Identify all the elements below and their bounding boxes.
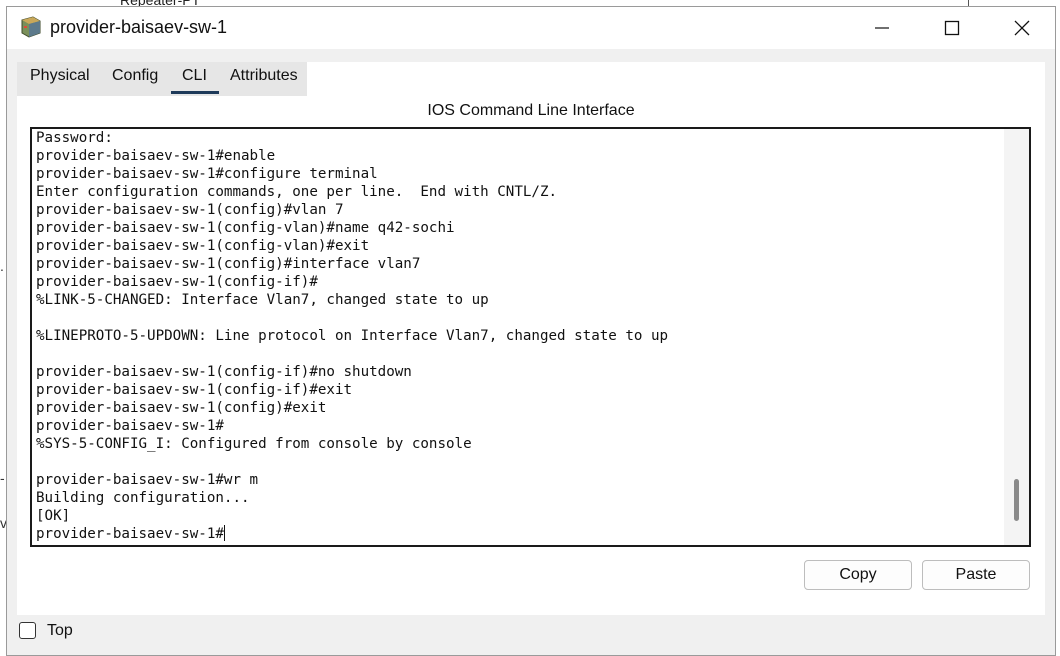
terminal-line: provider-baisaev-sw-1(config-vlan)#exit bbox=[36, 238, 370, 254]
background-fragment: . bbox=[0, 258, 4, 274]
top-checkbox[interactable] bbox=[19, 622, 36, 639]
terminal-line: provider-baisaev-sw-1(config)#vlan 7 bbox=[36, 202, 344, 218]
terminal-line: [OK] bbox=[36, 508, 71, 524]
terminal-line: provider-baisaev-sw-1#wr m bbox=[36, 472, 259, 488]
cli-terminal[interactable]: Password: provider-baisaev-sw-1#enable pro… bbox=[30, 127, 1031, 547]
terminal-line: provider-baisaev-sw-1(config-if)# bbox=[36, 274, 318, 290]
terminal-line: provider-baisaev-sw-1(config-vlan)#name … bbox=[36, 220, 455, 236]
terminal-line: %LINEPROTO-5-UPDOWN: Line protocol on In… bbox=[36, 328, 669, 344]
text-cursor bbox=[223, 525, 225, 541]
device-window: provider-baisaev-sw-1 Physical Config CL… bbox=[6, 6, 1056, 656]
terminal-line: Building configuration... bbox=[36, 490, 250, 506]
background-fragment: - bbox=[0, 470, 5, 486]
terminal-line: provider-baisaev-sw-1(config)#exit bbox=[36, 400, 327, 416]
tab-physical[interactable]: Physical bbox=[30, 67, 90, 85]
tab-content-panel: Physical Config CLI Attributes IOS Comma… bbox=[17, 62, 1045, 615]
tab-config[interactable]: Config bbox=[112, 67, 158, 85]
maximize-button[interactable] bbox=[917, 7, 987, 49]
tab-bar: Physical Config CLI Attributes bbox=[17, 62, 307, 96]
active-tab-indicator bbox=[171, 91, 219, 94]
copy-button[interactable]: Copy bbox=[804, 560, 912, 590]
terminal-line: %SYS-5-CONFIG_I: Configured from console… bbox=[36, 436, 472, 452]
window-title: provider-baisaev-sw-1 bbox=[50, 17, 228, 37]
terminal-line: %LINK-5-CHANGED: Interface Vlan7, change… bbox=[36, 292, 489, 308]
tab-attributes[interactable]: Attributes bbox=[230, 67, 298, 85]
maximize-icon bbox=[944, 20, 960, 36]
title-bar[interactable]: provider-baisaev-sw-1 bbox=[7, 7, 1055, 49]
cli-heading: IOS Command Line Interface bbox=[427, 102, 635, 119]
terminal-line: provider-baisaev-sw-1(config-if)#no shut… bbox=[36, 364, 412, 380]
terminal-line: provider-baisaev-sw-1# bbox=[36, 418, 224, 434]
terminal-line: provider-baisaev-sw-1(config)#interface … bbox=[36, 256, 421, 272]
terminal-scrollbar[interactable] bbox=[1004, 129, 1029, 545]
terminal-line: provider-baisaev-sw-1(config-if)#exit bbox=[36, 382, 353, 398]
top-checkbox-label: Top bbox=[47, 622, 73, 639]
minimize-icon bbox=[875, 27, 889, 29]
tab-cli[interactable]: CLI bbox=[182, 67, 207, 85]
close-icon bbox=[1014, 20, 1030, 36]
terminal-line: Password: bbox=[36, 130, 113, 146]
terminal-line: provider-baisaev-sw-1# bbox=[36, 525, 225, 542]
terminal-output[interactable]: Password: provider-baisaev-sw-1#enable pro… bbox=[36, 129, 1004, 543]
terminal-line: Enter configuration commands, one per li… bbox=[36, 184, 558, 200]
terminal-line: provider-baisaev-sw-1#enable bbox=[36, 148, 276, 164]
paste-button[interactable]: Paste bbox=[922, 560, 1030, 590]
minimize-button[interactable] bbox=[847, 7, 917, 49]
switch-icon bbox=[21, 16, 41, 38]
scrollbar-thumb[interactable] bbox=[1014, 479, 1019, 521]
close-button[interactable] bbox=[987, 7, 1057, 49]
terminal-line: provider-baisaev-sw-1#configure terminal bbox=[36, 166, 378, 182]
